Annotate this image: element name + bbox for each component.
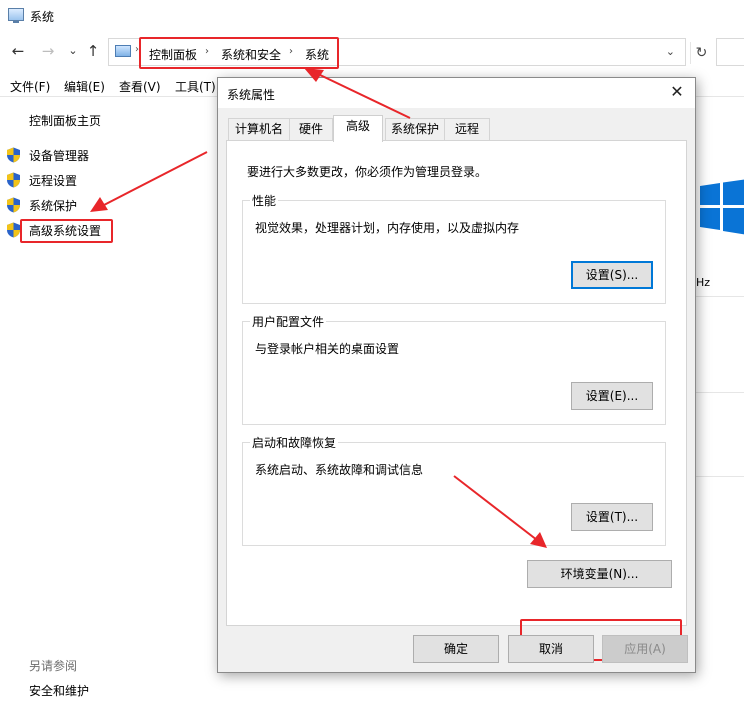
back-arrow-icon[interactable]: ← (9, 42, 27, 60)
startup-recovery-group: 启动和故障恢复 系统启动、系统故障和调试信息 设置(T)... (242, 434, 666, 546)
apply-button[interactable]: 应用(A) (602, 635, 688, 663)
navigation-bar: ← → ⌄ ↑ › 控制面板 › 系统和安全 › 系统 ⌄ ↻ (0, 34, 744, 70)
close-icon[interactable]: ✕ (667, 82, 687, 102)
up-arrow-icon[interactable]: ↑ (84, 42, 102, 60)
section-divider (696, 392, 744, 393)
environment-variables-button[interactable]: 环境变量(N)... (527, 560, 672, 588)
left-pane: 控制面板主页 设备管理器 远程设置 系统保护 高级系统设置 另请参阅 安全和维护 (0, 97, 216, 717)
section-divider (696, 476, 744, 477)
uac-shield-icon (7, 222, 20, 238)
sidebar-item-label: 远程设置 (29, 174, 78, 188)
menu-tools[interactable]: 工具(T) (175, 78, 216, 95)
processor-speed-fragment: Hz (696, 276, 711, 289)
uac-shield-icon (7, 172, 20, 188)
forward-arrow-icon[interactable]: → (39, 42, 57, 60)
breadcrumb-control-panel[interactable]: 控制面板 (149, 46, 197, 63)
tab-advanced[interactable]: 高级 (333, 115, 383, 142)
admin-note: 要进行大多数更改，你必须作为管理员登录。 (247, 165, 488, 179)
sidebar-item-label: 设备管理器 (29, 149, 90, 163)
advanced-settings-highlight (20, 219, 113, 243)
user-profiles-group: 用户配置文件 与登录帐户相关的桌面设置 设置(E)... (242, 313, 666, 425)
ok-button[interactable]: 确定 (413, 635, 499, 663)
computer-icon (115, 45, 131, 57)
startup-settings-button[interactable]: 设置(T)... (571, 503, 653, 531)
search-input[interactable] (716, 38, 744, 66)
performance-settings-button[interactable]: 设置(S)... (571, 261, 653, 289)
address-bar[interactable]: › 控制面板 › 系统和安全 › 系统 ⌄ (108, 37, 686, 69)
sidebar-item-label: 系统保护 (29, 199, 78, 213)
dialog-title: 系统属性 (227, 88, 276, 102)
group-title: 启动和故障恢复 (250, 434, 339, 451)
control-panel-home-link[interactable]: 控制面板主页 (29, 112, 101, 129)
tab-hardware[interactable]: 硬件 (289, 118, 333, 140)
group-description: 系统启动、系统故障和调试信息 (255, 463, 424, 477)
group-title: 用户配置文件 (250, 313, 327, 330)
group-description: 与登录帐户相关的桌面设置 (255, 342, 400, 356)
dialog-titlebar: 系统属性 ✕ (218, 78, 695, 108)
sidebar-item-system-protection[interactable]: 系统保护 (6, 195, 206, 215)
sidebar-item-remote-settings[interactable]: 远程设置 (6, 170, 206, 190)
menu-edit[interactable]: 编辑(E) (64, 78, 105, 95)
system-icon (8, 8, 24, 23)
see-also-heading: 另请参阅 (29, 659, 78, 673)
group-title: 性能 (250, 192, 279, 209)
window-title: 系统 (30, 10, 55, 24)
system-info-fragment: Hz (696, 96, 744, 717)
advanced-tab-panel: 要进行大多数更改，你必须作为管理员登录。 性能 视觉效果，处理器计划，内存使用，… (226, 140, 687, 661)
user-profiles-settings-button[interactable]: 设置(E)... (571, 382, 653, 410)
refresh-icon[interactable]: ↻ (690, 42, 712, 64)
group-description: 视觉效果，处理器计划，内存使用，以及虚拟内存 (255, 221, 520, 235)
recent-locations-chevron-icon[interactable]: ⌄ (64, 42, 82, 60)
performance-group: 性能 视觉效果，处理器计划，内存使用，以及虚拟内存 设置(S)... (242, 192, 666, 304)
window-titlebar: 系统 (0, 0, 744, 32)
address-dropdown-icon[interactable]: ⌄ (666, 45, 675, 58)
system-properties-dialog: 系统属性 ✕ 计算机名 硬件 高级 系统保护 远程 要进行大多数更改，你必须作为… (217, 77, 696, 673)
breadcrumb-system-security[interactable]: 系统和安全 (221, 46, 281, 63)
uac-shield-icon (7, 147, 20, 163)
tab-system-protection[interactable]: 系统保护 (385, 118, 445, 140)
tab-computer-name[interactable]: 计算机名 (228, 118, 290, 140)
breadcrumb-system[interactable]: 系统 (305, 46, 329, 63)
cancel-button[interactable]: 取消 (508, 635, 594, 663)
windows-logo-icon (700, 179, 744, 235)
uac-shield-icon (7, 197, 20, 213)
section-divider (696, 296, 744, 297)
sidebar-item-device-manager[interactable]: 设备管理器 (6, 145, 206, 165)
menu-view[interactable]: 查看(V) (119, 78, 161, 95)
security-maintenance-link[interactable]: 安全和维护 (29, 682, 89, 699)
menu-file[interactable]: 文件(F) (10, 78, 50, 95)
breadcrumb-chevron-icon: › (289, 46, 293, 57)
tab-remote[interactable]: 远程 (444, 118, 490, 140)
breadcrumb-chevron-icon: › (205, 46, 209, 57)
